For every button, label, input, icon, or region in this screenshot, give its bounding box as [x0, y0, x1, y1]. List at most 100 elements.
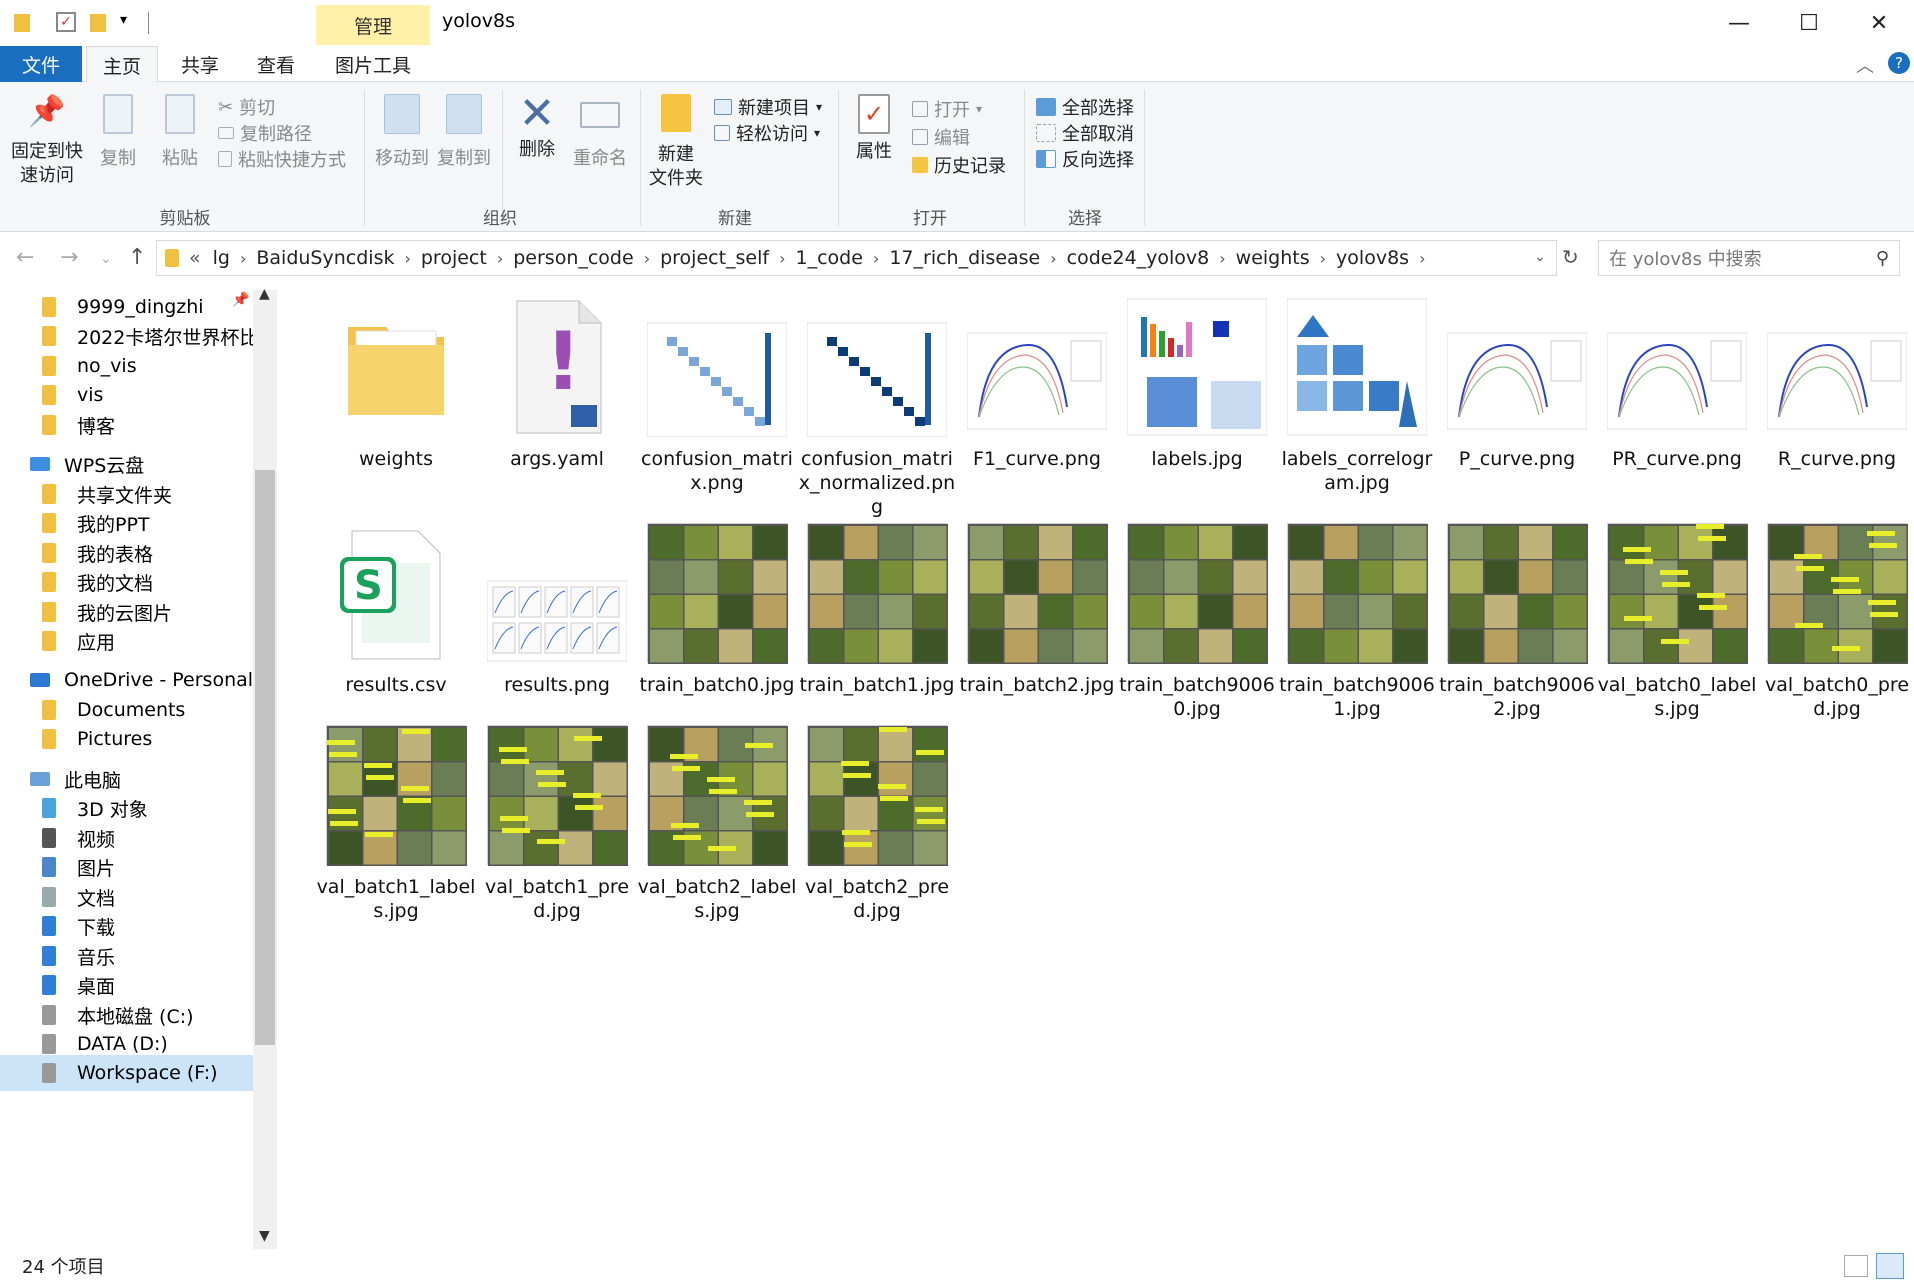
minimize-button[interactable]: — [1704, 0, 1774, 46]
select-all-button[interactable]: 全部选择 [1036, 94, 1134, 120]
app-folder-icon [42, 631, 56, 651]
group-separator [640, 90, 641, 226]
breadcrumb-chevron-icon[interactable]: › [497, 249, 503, 268]
breadcrumb-item[interactable]: code24_yolov8 [1067, 247, 1210, 269]
tab-home[interactable]: 主页 [86, 46, 158, 83]
breadcrumb-chevron-icon[interactable]: › [240, 249, 246, 268]
breadcrumb-item[interactable]: BaiduSyncdisk [256, 247, 394, 269]
folder-icon [42, 385, 56, 405]
copy-to-button[interactable]: 复制到 [434, 94, 494, 171]
breadcrumb-chevron-icon[interactable]: › [1419, 249, 1425, 268]
pin-icon: 📌 [232, 292, 250, 308]
new-folder-button[interactable]: 新建 文件夹 [646, 94, 706, 191]
invert-selection-button[interactable]: 反向选择 [1036, 146, 1134, 172]
svg-text:S: S [354, 563, 383, 609]
scrollbar-thumb[interactable] [255, 470, 275, 1045]
copy-path-button[interactable]: 复制路径 [218, 120, 312, 146]
sidebar-item-label: 博客 [77, 415, 116, 438]
large-icons-view-icon[interactable] [1876, 1253, 1904, 1279]
new-folder-quick-icon[interactable] [90, 14, 106, 32]
overflow-chevron-icon[interactable]: « [189, 247, 201, 269]
breadcrumb-item[interactable]: weights [1236, 247, 1310, 269]
music-icon [42, 946, 56, 966]
title-bar: ✓ ▾ 管理 yolov8s — ☐ ✕ [0, 0, 1914, 46]
breadcrumb-item[interactable]: project [421, 247, 487, 269]
details-view-icon[interactable] [1844, 1255, 1868, 1277]
manage-context-tab[interactable]: 管理 [316, 5, 430, 45]
file-name: val_batch0_pred.jpg [1764, 674, 1910, 720]
help-icon[interactable]: ? [1888, 52, 1910, 74]
breadcrumb-item[interactable]: person_code [513, 247, 633, 269]
breadcrumb-item[interactable]: 1_code [796, 247, 863, 269]
search-input[interactable]: 在 yolov8s 中搜索 ⚲ [1598, 240, 1900, 276]
address-dropdown-chevron-icon[interactable]: ⌄ [1534, 249, 1546, 265]
image-thumbnail [486, 523, 628, 663]
breadcrumb-chevron-icon[interactable]: › [404, 249, 410, 268]
breadcrumb-chevron-icon[interactable]: › [1219, 249, 1225, 268]
properties-checkmark-icon[interactable]: ✓ [56, 12, 76, 32]
sidebar-item[interactable]: 应用 [0, 623, 255, 659]
refresh-icon[interactable]: ↻ [1562, 245, 1579, 269]
tab-view[interactable]: 查看 [240, 46, 312, 82]
new-item-button[interactable]: 新建项目 ▾ [714, 94, 822, 120]
close-button[interactable]: ✕ [1844, 0, 1914, 46]
sidebar-item[interactable]: Pictures [0, 721, 255, 757]
copy-button[interactable]: 复制 [96, 94, 140, 171]
recent-locations-chevron-icon[interactable]: ⌄ [100, 251, 112, 267]
address-bar[interactable]: « lg › BaiduSyncdisk › project › person_code › p… [156, 240, 1557, 276]
move-to-button[interactable]: 移动到 [372, 94, 432, 171]
desktop-icon [42, 975, 56, 995]
sidebar-item-label: WPS云盘 [64, 454, 145, 477]
paste-shortcut-icon [218, 151, 232, 167]
breadcrumb-item[interactable]: project_self [660, 247, 769, 269]
folder-icon [326, 297, 466, 437]
tab-picture-tools[interactable]: 图片工具 [318, 46, 428, 82]
breadcrumb-chevron-icon[interactable]: › [873, 249, 879, 268]
maximize-button[interactable]: ☐ [1774, 0, 1844, 46]
select-none-button[interactable]: 全部取消 [1036, 120, 1134, 146]
customize-quick-access-chevron-icon[interactable]: ▾ [120, 12, 127, 28]
file-name: PR_curve.png [1612, 448, 1742, 470]
breadcrumb-chevron-icon[interactable]: › [1320, 249, 1326, 268]
forward-arrow-icon[interactable]: → [60, 245, 78, 270]
folder-icon [42, 297, 56, 317]
paste-clipboard-icon [165, 94, 195, 134]
move-to-icon [384, 94, 420, 134]
breadcrumb-chevron-icon[interactable]: › [1050, 249, 1056, 268]
sidebar-item-label: 我的PPT [77, 513, 150, 536]
folder-icon [14, 14, 30, 32]
open-label: 打开 [934, 100, 970, 121]
delete-button[interactable]: ✕ 删除 [508, 90, 566, 162]
breadcrumb-chevron-icon[interactable]: › [644, 249, 650, 268]
file-name: train_batch90060.jpg [1119, 674, 1275, 720]
paste-button[interactable]: 粘贴 [156, 94, 204, 171]
collapse-ribbon-chevron-icon[interactable]: ︿ [1856, 52, 1874, 78]
history-label: 历史记录 [934, 156, 1006, 177]
open-button[interactable]: 打开 ▾ [912, 96, 982, 122]
file-name: train_batch90062.jpg [1439, 674, 1595, 720]
back-arrow-icon[interactable]: ← [16, 245, 34, 270]
rename-button[interactable]: 重命名 [568, 94, 632, 171]
group-separator [364, 90, 365, 226]
history-button[interactable]: 历史记录 [912, 152, 1006, 178]
breadcrumb-item[interactable]: lg [213, 247, 230, 269]
tab-file[interactable]: 文件 [0, 46, 82, 82]
scroll-up-arrow-icon[interactable]: ▲ [259, 286, 270, 302]
easy-access-button[interactable]: 轻松访问 ▾ [714, 120, 820, 146]
paste-shortcut-button[interactable]: 粘贴快捷方式 [218, 146, 346, 172]
sidebar-item-label: 2022卡塔尔世界杯比赛 [77, 326, 255, 349]
edit-button[interactable]: 编辑 [912, 124, 970, 150]
tab-share[interactable]: 共享 [164, 46, 236, 82]
breadcrumb-item[interactable]: 17_rich_disease [889, 247, 1040, 269]
folder-icon [42, 729, 56, 749]
pin-to-quick-access-button[interactable]: 📌 固定到快速访问 [6, 97, 88, 188]
scroll-down-arrow-icon[interactable]: ▼ [259, 1228, 270, 1244]
breadcrumb-item[interactable]: yolov8s [1336, 247, 1409, 269]
sidebar-item[interactable]: Workspace (F:) [0, 1055, 255, 1091]
up-arrow-icon[interactable]: ↑ [128, 245, 146, 270]
sidebar-item[interactable]: 博客 [0, 407, 255, 443]
breadcrumb: lg › BaiduSyncdisk › project › person_code › pro… [207, 247, 1430, 269]
cut-button[interactable]: ✂ 剪切 [218, 94, 275, 120]
properties-button[interactable]: ✓ 属性 [846, 94, 902, 164]
breadcrumb-chevron-icon[interactable]: › [779, 249, 785, 268]
